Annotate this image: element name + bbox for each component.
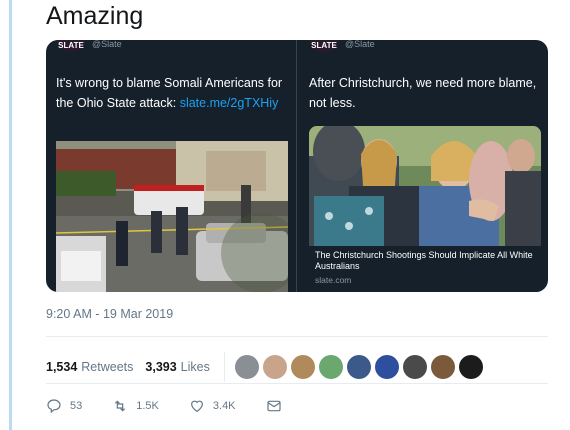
liker-avatar[interactable]: [430, 355, 455, 379]
likes-stat[interactable]: 3,393 Likes: [145, 360, 209, 374]
retweets-label: Retweets: [81, 360, 134, 374]
divider: [46, 383, 548, 384]
reply-button[interactable]: 53: [46, 398, 82, 414]
tweet-actions: 53 1.5K 3.4K: [46, 398, 320, 414]
account-header[interactable]: SLATE @Slate: [309, 40, 375, 52]
link-card-title[interactable]: The Christchurch Shootings Should Implic…: [315, 250, 535, 272]
account-handle[interactable]: @Slate: [345, 40, 375, 49]
reply-count: 53: [70, 400, 83, 412]
news-photo[interactable]: [56, 141, 288, 292]
account-handle[interactable]: @Slate: [92, 40, 122, 49]
article-link[interactable]: slate.me/2gTXHiy: [180, 96, 279, 110]
liker-avatar[interactable]: [234, 355, 259, 379]
dm-button[interactable]: [266, 398, 290, 414]
liker-avatars: [234, 355, 483, 379]
heart-icon: [190, 400, 203, 413]
quoted-media-card[interactable]: SLATE @Slate It's wrong to blame Somali …: [46, 40, 548, 292]
liker-avatar[interactable]: [458, 355, 483, 379]
divider: [46, 336, 548, 337]
liker-avatar[interactable]: [402, 355, 427, 379]
quoted-tweet-text: It's wrong to blame Somali Americans for…: [56, 73, 288, 113]
quoted-tweet-right[interactable]: SLATE @Slate After Christchurch, we need…: [299, 40, 548, 292]
reply-icon: [47, 399, 61, 414]
link-card[interactable]: The Christchurch Shootings Should Implic…: [309, 246, 541, 292]
stats-separator: [223, 352, 225, 382]
liker-avatar[interactable]: [374, 355, 399, 379]
retweets-count: 1,534: [46, 360, 78, 374]
slate-avatar[interactable]: SLATE: [309, 40, 339, 52]
crime-scene-photo: [56, 141, 288, 292]
link-card-domain[interactable]: slate.com: [315, 275, 535, 285]
likes-count: 3,393: [145, 360, 177, 374]
retweets-stat[interactable]: 1,534 Retweets: [46, 360, 133, 374]
left-thread-rule: [0, 0, 12, 430]
likes-label: Likes: [180, 360, 210, 374]
liker-avatar[interactable]: [290, 355, 315, 379]
quoted-tweet-text: After Christchurch, we need more blame, …: [309, 76, 537, 110]
retweet-icon: [115, 400, 126, 412]
account-header[interactable]: SLATE @Slate: [56, 40, 122, 52]
retweet-count: 1.5K: [136, 400, 159, 412]
like-button[interactable]: 3.4K: [189, 398, 236, 414]
slate-avatar[interactable]: SLATE: [56, 40, 86, 52]
embrace-photo: [309, 126, 541, 246]
like-count: 3.4K: [212, 400, 236, 412]
envelope-icon: [266, 400, 281, 412]
news-photo[interactable]: [309, 126, 541, 246]
retweet-button[interactable]: 1.5K: [112, 398, 159, 414]
liker-avatar[interactable]: [262, 355, 287, 379]
tweet-text: Amazing: [46, 2, 144, 30]
liker-avatar[interactable]: [346, 355, 371, 379]
engagement-stats: 1,534 Retweets 3,393 Likes: [46, 352, 483, 382]
quoted-tweet-left[interactable]: SLATE @Slate It's wrong to blame Somali …: [46, 40, 295, 292]
tweet-timestamp[interactable]: 9:20 AM - 19 Mar 2019: [46, 307, 173, 321]
liker-avatar[interactable]: [318, 355, 343, 379]
